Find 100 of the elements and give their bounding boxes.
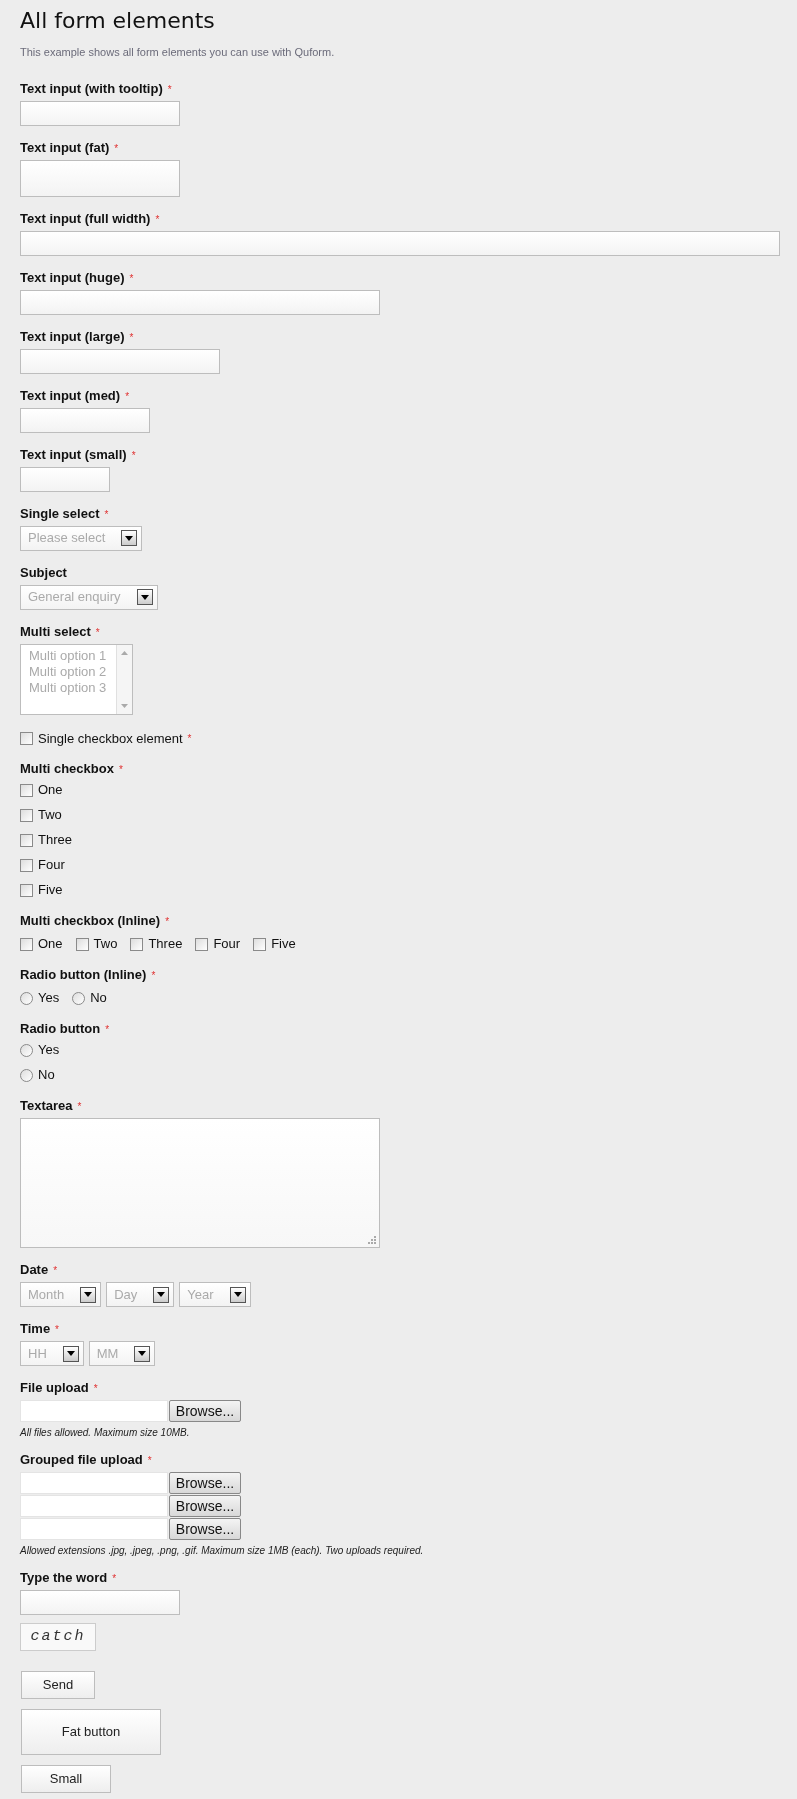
textarea[interactable] <box>20 1118 380 1248</box>
field-label: Text input (with tooltip) <box>20 80 163 97</box>
field-label: Date <box>20 1262 49 1278</box>
required-mark: * <box>93 1384 98 1394</box>
text-input[interactable] <box>20 407 150 433</box>
field-label: Text input (small) <box>20 446 127 463</box>
field-label: Textarea <box>20 1098 73 1114</box>
select-field[interactable]: MM <box>88 1341 156 1366</box>
field-label: Radio button (Inline) <box>20 967 147 983</box>
field-label: Grouped file upload <box>20 1452 143 1468</box>
option-label: One <box>38 935 63 954</box>
required-mark: * <box>155 214 160 225</box>
checkbox[interactable] <box>20 937 33 951</box>
list-option[interactable]: Multi option 2 <box>29 663 116 680</box>
page-description: This example shows all form elements you can use with Quform. <box>20 45 336 60</box>
checkbox[interactable] <box>75 937 89 951</box>
text-input[interactable] <box>20 230 780 256</box>
select-field[interactable]: Year <box>179 1282 251 1307</box>
required-mark: * <box>131 450 136 461</box>
help-text: Allowed extensions .jpg, .jpeg, .png, .gif. Maximum size 1MB (each). Two uploads required. <box>20 1544 425 1558</box>
text-input[interactable] <box>20 1590 180 1615</box>
browse-button[interactable]: Browse... <box>169 1400 241 1422</box>
checkbox[interactable] <box>195 937 209 951</box>
form-button[interactable]: Send <box>21 1671 95 1699</box>
option-label: Two <box>93 935 118 954</box>
required-mark: * <box>112 1574 117 1584</box>
text-input[interactable] <box>20 466 110 492</box>
required-mark: * <box>125 391 130 402</box>
scrollbar[interactable] <box>116 644 132 714</box>
required-mark: * <box>77 1102 82 1112</box>
required-mark: * <box>129 273 134 284</box>
required-mark: * <box>95 627 100 638</box>
browse-button[interactable]: Browse... <box>169 1472 241 1494</box>
required-mark: * <box>165 917 170 927</box>
help-text: All files allowed. Maximum size 10MB. <box>20 1426 191 1440</box>
field-label: Multi checkbox (Inline) <box>20 913 161 929</box>
scroll-up-icon[interactable] <box>121 650 128 655</box>
required-mark: * <box>167 84 172 95</box>
option-label: Yes <box>38 989 60 1008</box>
required-mark: * <box>53 1266 58 1276</box>
checkbox[interactable] <box>20 858 33 872</box>
checkbox[interactable] <box>20 783 33 797</box>
checkbox[interactable] <box>20 883 33 897</box>
browse-button[interactable]: Browse... <box>169 1518 241 1540</box>
select-field[interactable]: Please select <box>20 525 143 551</box>
select-field[interactable]: Month <box>20 1282 102 1307</box>
checkbox[interactable] <box>253 937 267 951</box>
field-label: Single select <box>20 505 100 522</box>
resize-grip-icon[interactable] <box>367 1235 376 1244</box>
field-label: Multi checkbox <box>20 761 114 777</box>
option-label: Five <box>271 935 296 954</box>
checkbox[interactable] <box>20 808 33 822</box>
captcha-image: catch <box>20 1623 96 1651</box>
required-mark: * <box>104 509 109 520</box>
required-mark: * <box>105 1025 110 1035</box>
option-label: Five <box>38 881 63 900</box>
required-mark: * <box>187 731 192 746</box>
text-input[interactable] <box>20 159 180 197</box>
option-label: No <box>90 989 107 1008</box>
browse-button[interactable]: Browse... <box>169 1495 241 1517</box>
scroll-down-icon[interactable] <box>121 703 128 708</box>
field-label: Text input (large) <box>20 328 125 345</box>
radio-button[interactable] <box>20 1068 33 1082</box>
list-option[interactable]: Multi option 1 <box>29 647 116 664</box>
field-label: Text input (huge) <box>20 269 125 286</box>
multi-select-list[interactable]: Multi option 1 Multi option 2 Multi option 3 <box>20 643 133 715</box>
file-input[interactable] <box>20 1495 168 1517</box>
form-button[interactable]: Fat button <box>21 1709 161 1755</box>
required-mark: * <box>129 332 134 343</box>
radio-button[interactable] <box>72 991 86 1005</box>
field-label: Multi select <box>20 623 91 640</box>
field-label: Text input (full width) <box>20 210 151 227</box>
option-label: Yes <box>38 1041 60 1060</box>
text-input[interactable] <box>20 100 180 126</box>
field-label: Text input (fat) <box>20 139 110 156</box>
file-input[interactable] <box>20 1518 168 1540</box>
radio-button[interactable] <box>20 991 33 1005</box>
field-label: Radio button <box>20 1021 101 1037</box>
option-label: Two <box>38 806 62 825</box>
form-button[interactable]: Small <box>21 1765 111 1793</box>
radio-button[interactable] <box>20 1043 33 1057</box>
select-field[interactable]: Day <box>106 1282 175 1307</box>
checkbox[interactable] <box>20 833 33 847</box>
field-label: File upload <box>20 1380 89 1396</box>
checkbox[interactable] <box>20 731 33 745</box>
text-input[interactable] <box>20 289 380 315</box>
file-input[interactable] <box>20 1400 168 1422</box>
list-option[interactable]: Multi option 3 <box>29 679 116 696</box>
select-field[interactable]: HH <box>20 1341 84 1366</box>
field-label: Text input (med) <box>20 387 121 404</box>
field-label: Type the word <box>20 1570 108 1586</box>
option-label: Three <box>148 935 183 954</box>
required-mark: * <box>55 1325 59 1335</box>
file-input[interactable] <box>20 1472 168 1494</box>
field-label: Subject <box>20 564 67 581</box>
select-field[interactable]: General enquiry <box>20 584 158 610</box>
text-input[interactable] <box>20 348 220 374</box>
required-mark: * <box>114 143 119 154</box>
required-mark: * <box>118 765 123 775</box>
checkbox[interactable] <box>130 937 144 951</box>
